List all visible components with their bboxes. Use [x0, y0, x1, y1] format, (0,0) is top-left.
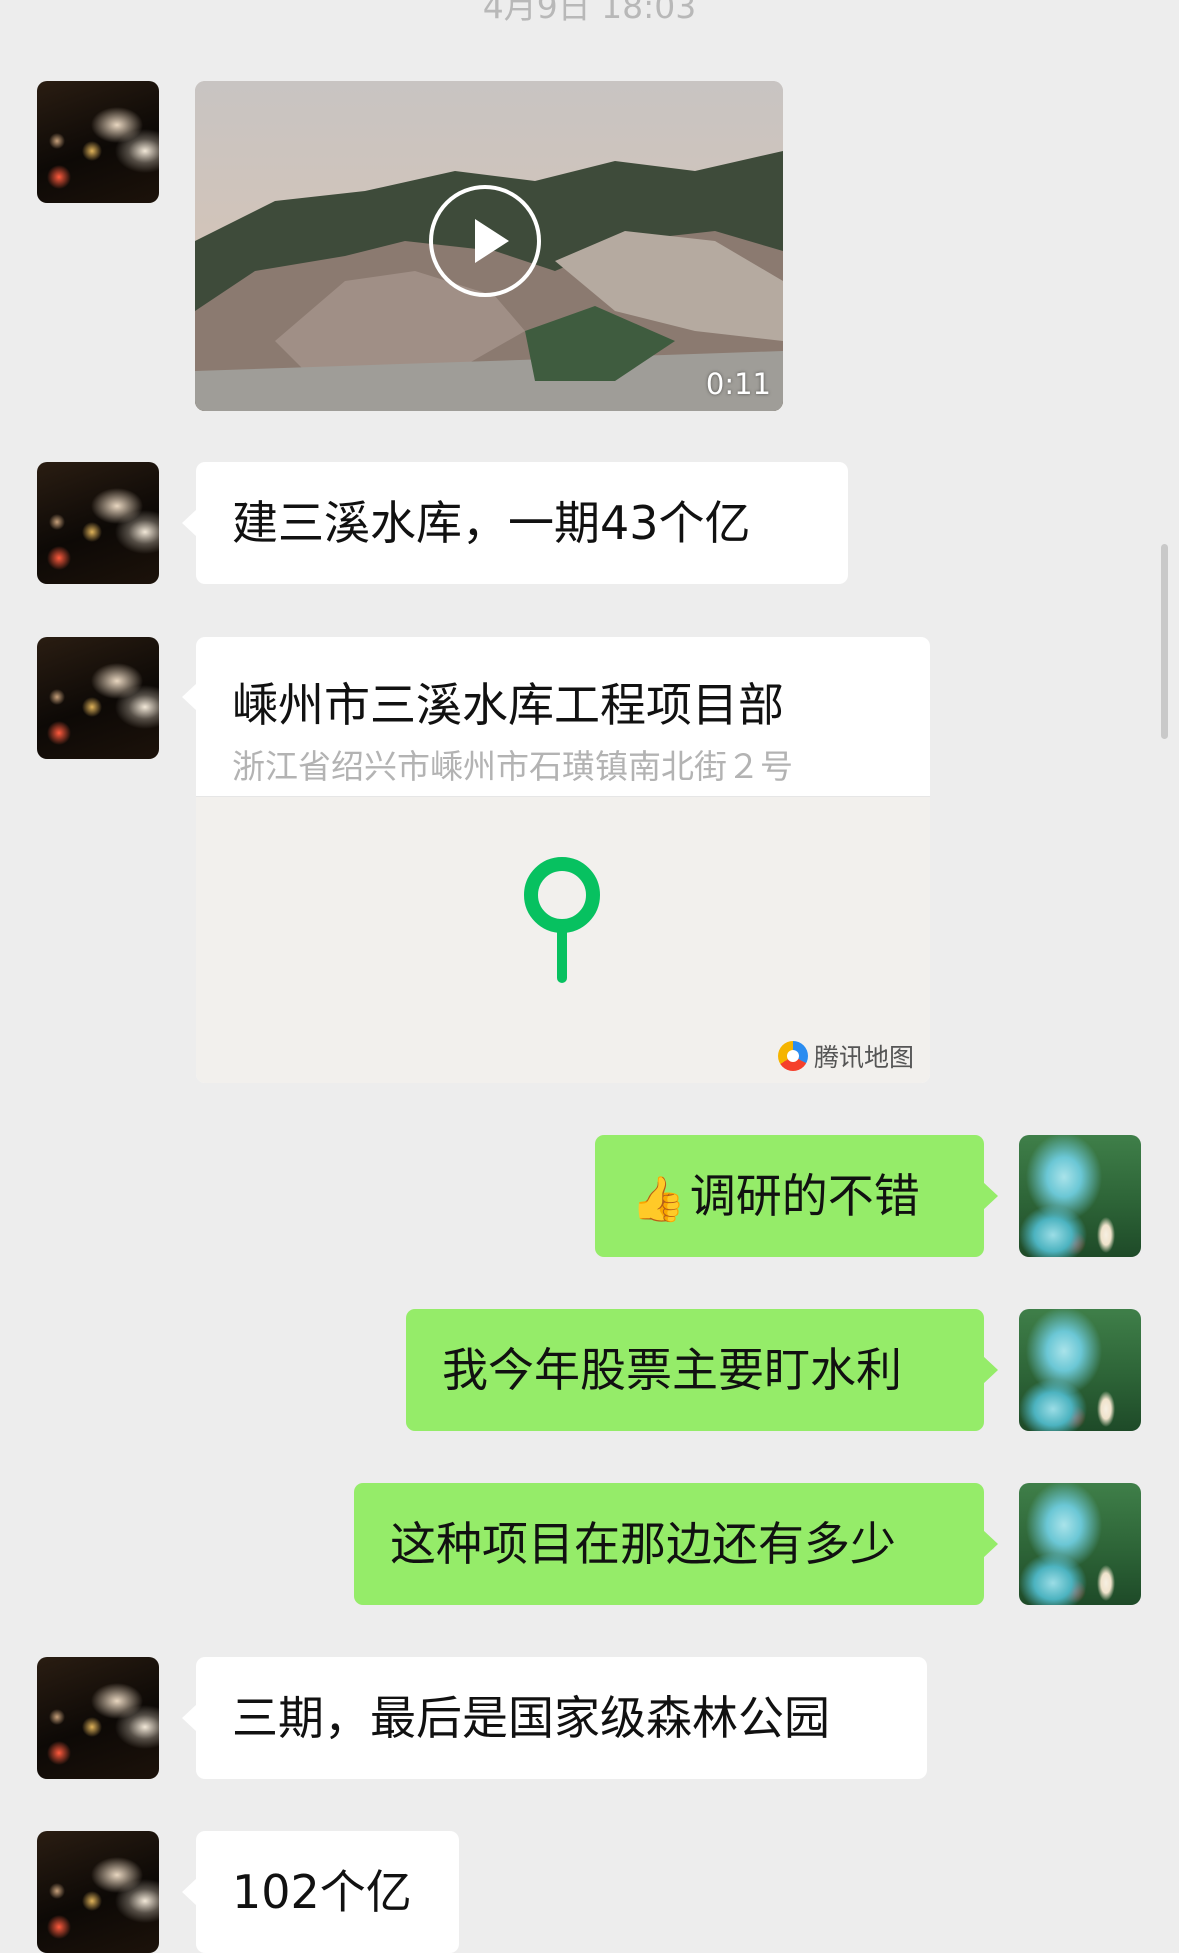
map-brand-label: 腾讯地图: [813, 1043, 914, 1072]
message-bubble-self[interactable]: 👍调研的不错: [595, 1135, 998, 1257]
contact-avatar[interactable]: [37, 462, 159, 584]
contact-avatar[interactable]: [37, 1657, 159, 1779]
message-text: 这种项目在那边还有多少: [390, 1517, 896, 1571]
location-card[interactable]: 嵊州市三溪水库工程项目部 浙江省绍兴市嵊州市石璜镇南北街２号 腾讯地图: [196, 637, 930, 1083]
bubble-arrow: [182, 683, 197, 711]
map-pin-icon: [524, 857, 600, 983]
message-text: 调研的不错: [689, 1169, 920, 1223]
message-bubble[interactable]: 102个亿: [182, 1831, 459, 1953]
map-preview: 腾讯地图: [196, 796, 930, 1083]
contact-avatar[interactable]: [37, 637, 159, 759]
scrollbar[interactable]: [1161, 544, 1168, 739]
message-text: 102个亿: [232, 1865, 412, 1919]
message-bubble[interactable]: 三期，最后是国家级森林公园: [182, 1657, 927, 1779]
message-text: 建三溪水库，一期43个亿: [232, 496, 751, 550]
video-message[interactable]: 0:11: [195, 81, 783, 411]
message-text: 我今年股票主要盯水利: [442, 1343, 902, 1397]
my-avatar[interactable]: [1019, 1135, 1141, 1257]
tencent-map-icon: [777, 1041, 808, 1071]
contact-avatar[interactable]: [37, 81, 159, 203]
map-brand: 腾讯地图: [777, 1038, 914, 1074]
video-duration: 0:11: [705, 367, 771, 401]
message-text: 三期，最后是国家级森林公园: [232, 1691, 830, 1745]
message-bubble[interactable]: 建三溪水库，一期43个亿: [182, 462, 848, 584]
thumbs-up-icon: 👍: [631, 1173, 686, 1225]
my-avatar[interactable]: [1019, 1483, 1141, 1605]
timestamp: 4月9日 18:03: [482, 0, 697, 26]
location-title: 嵊州市三溪水库工程项目部: [232, 678, 784, 732]
play-icon[interactable]: [429, 185, 541, 297]
message-bubble-self[interactable]: 这种项目在那边还有多少: [354, 1483, 998, 1605]
contact-avatar[interactable]: [37, 1831, 159, 1953]
message-bubble-self[interactable]: 我今年股票主要盯水利: [406, 1309, 998, 1431]
my-avatar[interactable]: [1019, 1309, 1141, 1431]
location-address: 浙江省绍兴市嵊州市石璜镇南北街２号: [232, 747, 793, 786]
